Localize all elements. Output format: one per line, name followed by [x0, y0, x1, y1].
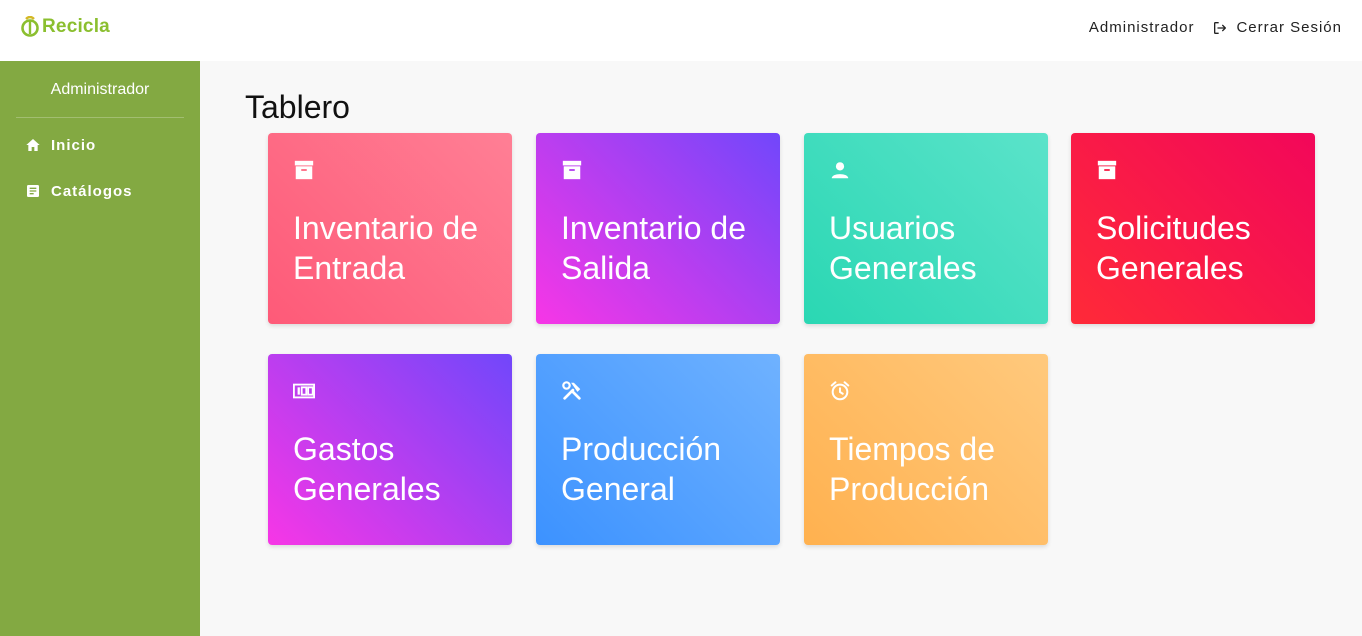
app-logo[interactable]: Recicla [20, 16, 110, 38]
sidebar-item-label: Inicio [51, 136, 97, 154]
card-usuarios-generales[interactable]: Usuarios Generales [804, 133, 1048, 324]
card-label: Producción General [561, 431, 722, 507]
card-label: Tiempos de Producción [829, 431, 995, 507]
money-icon [293, 383, 315, 399]
header-actions: Administrador Cerrar Sesión [1089, 19, 1342, 36]
card-tiempos-produccion[interactable]: Tiempos de Producción [804, 354, 1048, 545]
page-title: Tablero [245, 89, 350, 125]
card-label: Solicitudes Generales [1096, 210, 1251, 286]
card-produccion-general[interactable]: Producción General [536, 354, 780, 545]
sidebar: Administrador Inicio Catálogos [0, 61, 200, 636]
card-label: Gastos Generales [293, 431, 441, 507]
logo-text: Recicla [42, 16, 110, 37]
home-icon [26, 139, 40, 151]
person-icon [831, 162, 849, 179]
recycle-logo-icon [21, 16, 39, 37]
archive-icon [562, 160, 582, 180]
logout-button[interactable]: Cerrar Sesión [1212, 19, 1342, 36]
document-icon [27, 185, 39, 197]
alarm-clock-icon [830, 381, 850, 401]
card-inventario-entrada[interactable]: Inventario de Entrada [268, 133, 512, 324]
top-bar: Recicla Administrador Cerrar Sesión [0, 0, 1362, 61]
sidebar-user-name: Administrador [16, 61, 184, 118]
archive-icon [294, 160, 314, 180]
card-inventario-salida[interactable]: Inventario de Salida [536, 133, 780, 324]
sidebar-item-label: Catálogos [51, 182, 133, 200]
logout-label: Cerrar Sesión [1236, 19, 1342, 36]
card-gastos-generales[interactable]: Gastos Generales [268, 354, 512, 545]
card-label: Inventario de Salida [561, 210, 747, 286]
main-content: Tablero Inventario de Entrada Inventario… [200, 61, 1362, 636]
tools-icon [562, 381, 581, 400]
header-user-name[interactable]: Administrador [1089, 19, 1195, 36]
card-label: Usuarios Generales [829, 210, 977, 286]
sidebar-item-catalogos[interactable]: Catálogos [0, 168, 200, 214]
sidebar-item-inicio[interactable]: Inicio [0, 122, 200, 168]
logout-icon [1214, 21, 1227, 34]
card-solicitudes-generales[interactable]: Solicitudes Generales [1071, 133, 1315, 324]
archive-icon [1097, 160, 1117, 180]
card-label: Inventario de Entrada [293, 210, 479, 286]
